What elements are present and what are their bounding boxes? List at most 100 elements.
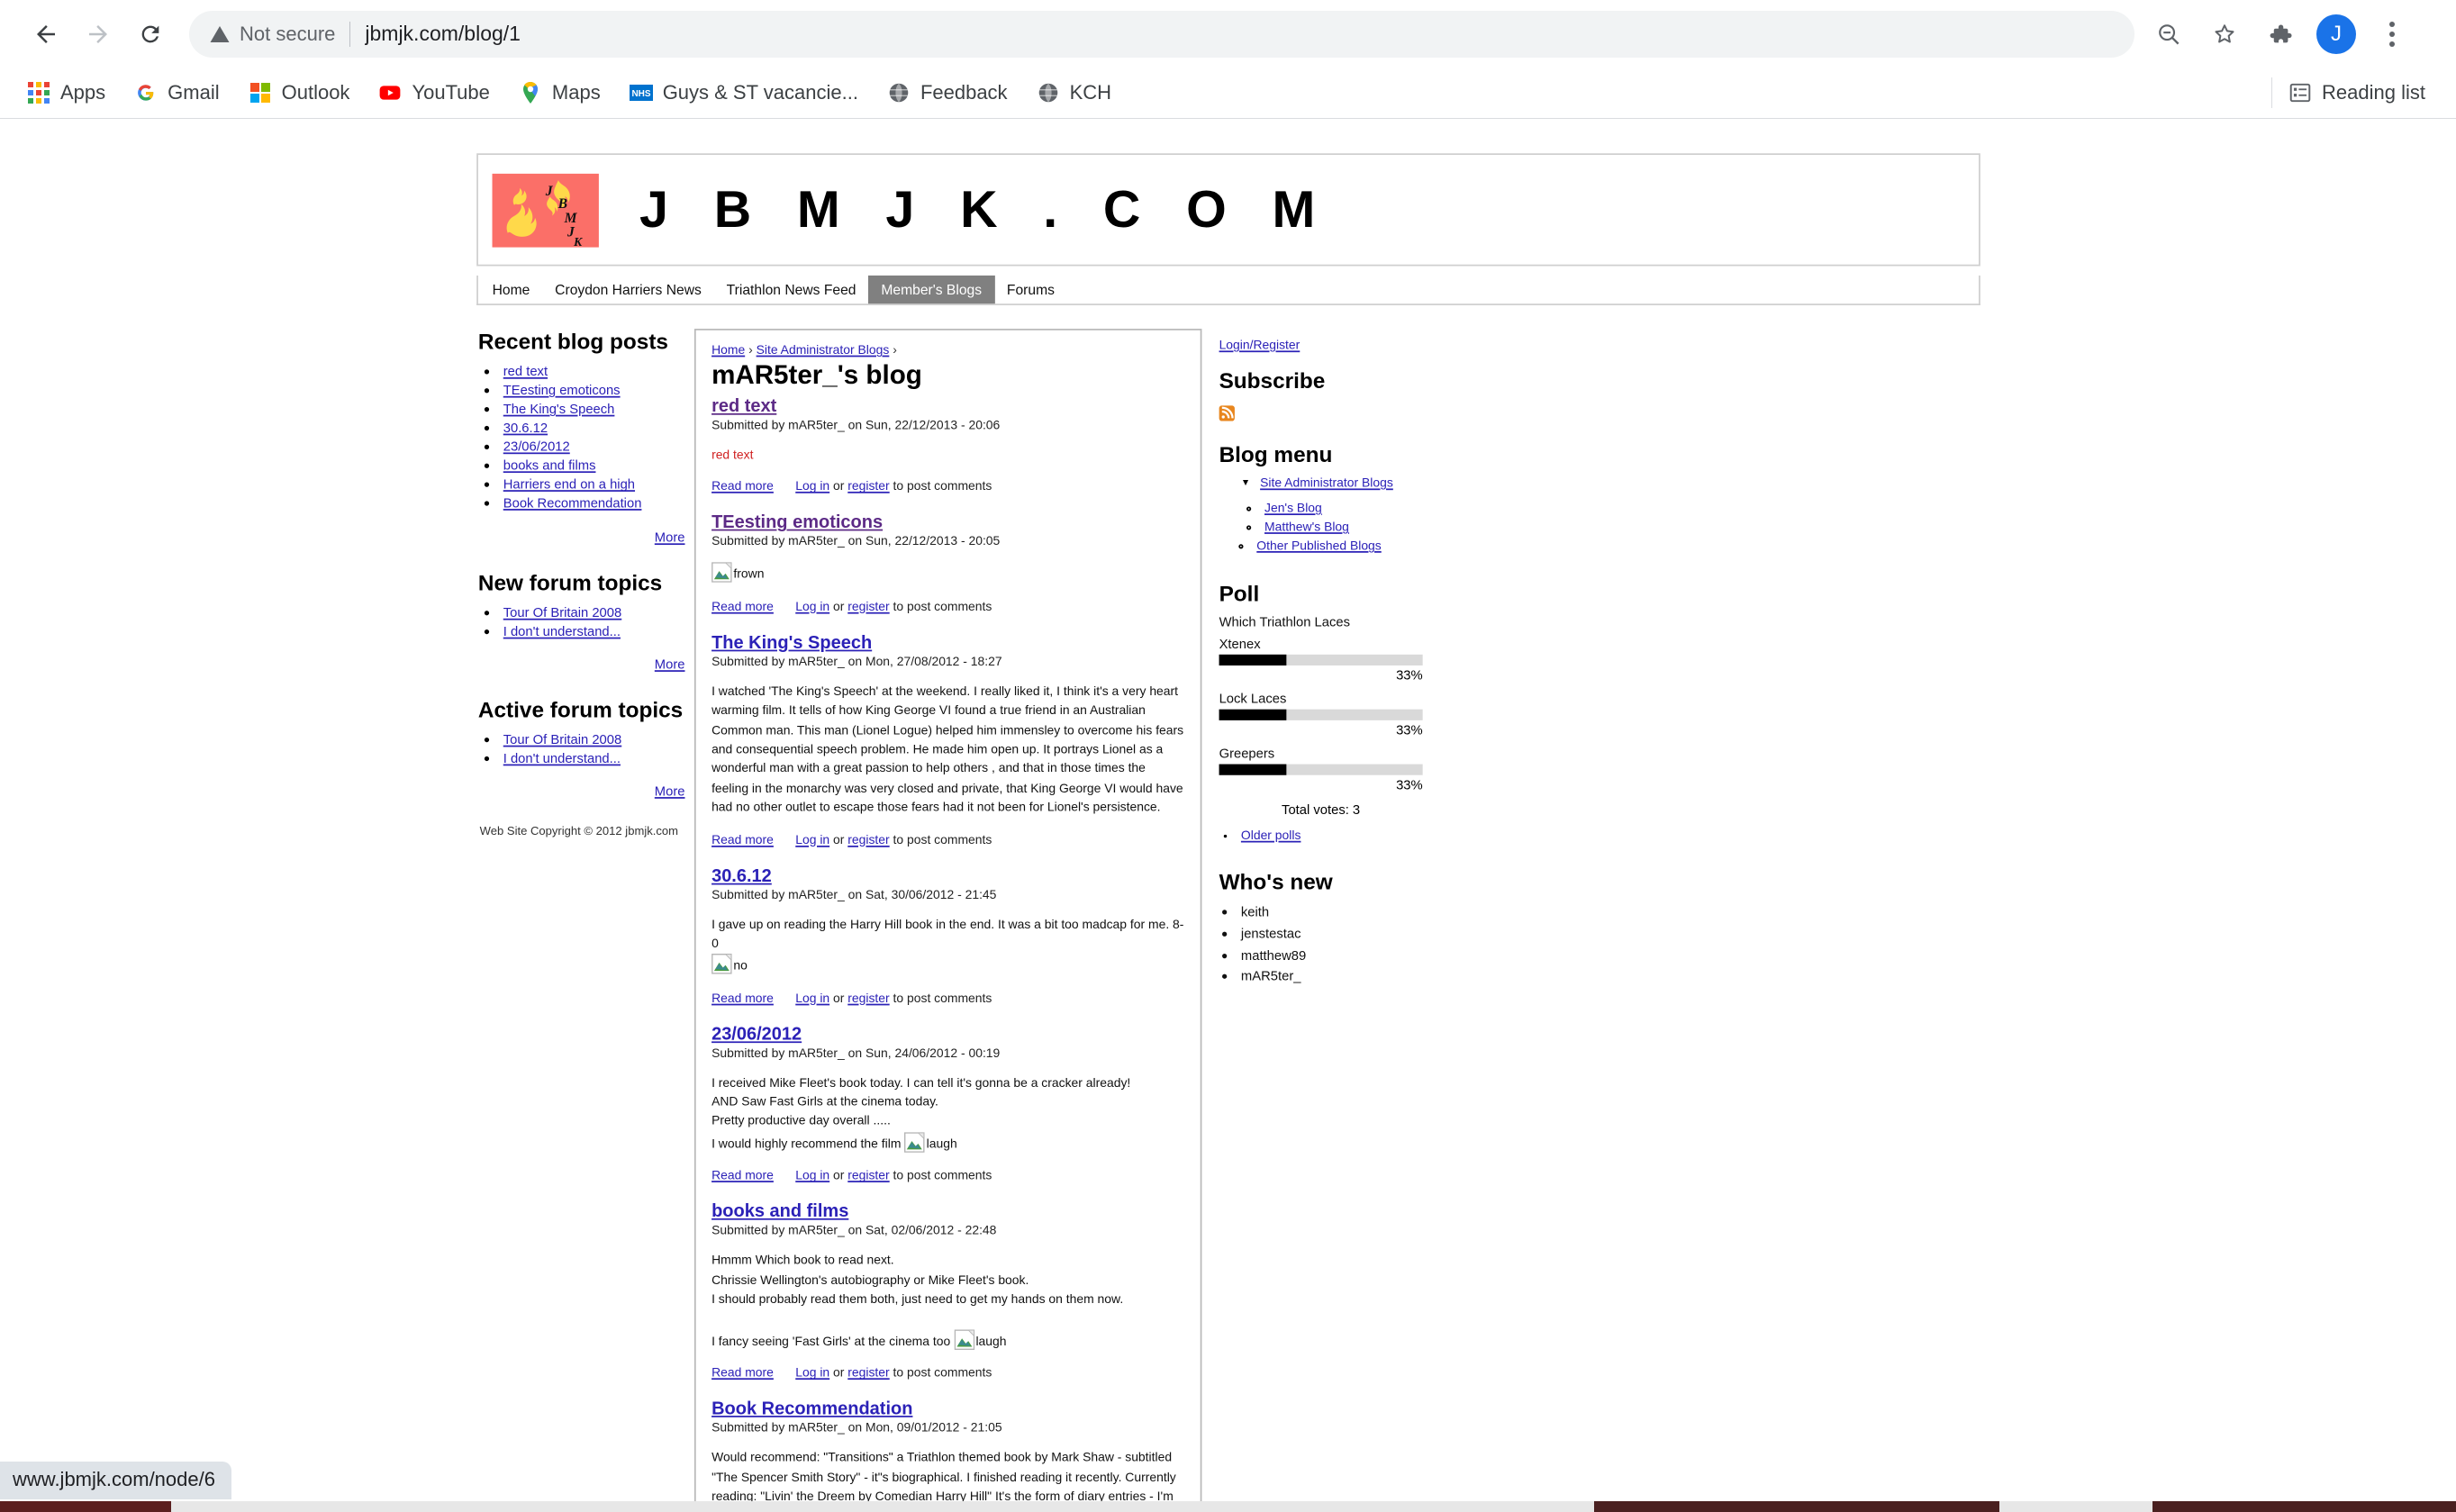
nav-item-triathlon-news-feed[interactable]: Triathlon News Feed xyxy=(713,276,868,303)
register-link[interactable]: register xyxy=(847,1169,889,1183)
more-link[interactable]: More xyxy=(654,529,684,544)
read-more-link[interactable]: Read more xyxy=(711,600,774,614)
more-link[interactable]: More xyxy=(654,783,684,798)
read-more-link[interactable]: Read more xyxy=(711,832,774,847)
more-link[interactable]: More xyxy=(654,656,684,671)
bookmark-feedback[interactable]: Feedback xyxy=(876,76,1019,110)
post-comments-text: to post comments xyxy=(889,991,992,1005)
login-link[interactable]: Log in xyxy=(795,991,829,1005)
login-register-link[interactable]: Login/Register xyxy=(1219,338,1300,352)
address-bar[interactable]: Not secure jbmjk.com/blog/1 xyxy=(189,10,2134,58)
list-item: I don't understand... xyxy=(503,748,687,767)
back-arrow-icon[interactable] xyxy=(20,8,72,60)
zoom-out-icon[interactable] xyxy=(2143,9,2194,59)
register-link[interactable]: register xyxy=(847,1366,889,1381)
bookmark-guys-st-vacancies[interactable]: NHS Guys & ST vacancie... xyxy=(619,76,869,110)
register-link[interactable]: register xyxy=(847,832,889,847)
nav-item-members-blogs[interactable]: Member's Blogs xyxy=(867,275,994,304)
gmail-icon xyxy=(134,81,158,104)
link-harriers-end-on-a-high[interactable]: Harriers end on a high xyxy=(503,476,634,492)
bookmark-outlook[interactable]: Outlook xyxy=(238,76,361,110)
poll-percent: 33% xyxy=(1395,776,1423,792)
link-books-and-films[interactable]: books and films xyxy=(503,457,595,473)
login-link[interactable]: Log in xyxy=(795,832,829,847)
bookmarks-bar: Apps Gmail Outlook YouTube Maps NHS Guys… xyxy=(0,68,2456,119)
puzzle-piece-icon[interactable] xyxy=(2255,9,2306,59)
read-more-link[interactable]: Read more xyxy=(711,480,774,494)
post-title-link[interactable]: TEesting emoticons xyxy=(711,514,883,533)
reading-list-button[interactable]: Reading list xyxy=(2262,72,2434,113)
post-title-link[interactable]: books and films xyxy=(711,1203,848,1222)
svg-text:K: K xyxy=(573,235,584,247)
site-title: J B M J K . C O M xyxy=(639,179,1331,239)
register-link[interactable]: register xyxy=(847,600,889,614)
other-published-blogs-link[interactable]: Other Published Blogs xyxy=(1256,539,1381,553)
matthews-blog-link[interactable]: Matthew's Blog xyxy=(1264,520,1349,534)
register-link[interactable]: register xyxy=(847,480,889,494)
post-body-line: Pretty productive day overall ..... xyxy=(711,1114,891,1128)
bookmark-apps[interactable]: Apps xyxy=(16,76,116,110)
nav-item-croydon-harriers-news[interactable]: Croydon Harriers News xyxy=(542,276,713,303)
block-subscribe: Subscribe xyxy=(1219,367,1422,421)
link-teesting-emoticons[interactable]: TEesting emoticons xyxy=(503,382,620,397)
main-content: Home › Site Administrator Blogs › mAR5te… xyxy=(693,329,1201,1512)
broken-image-icon xyxy=(711,562,732,584)
read-more-link[interactable]: Read more xyxy=(711,1169,774,1183)
read-more-link[interactable]: Read more xyxy=(711,991,774,1005)
link-red-text[interactable]: red text xyxy=(503,363,547,378)
or-text: or xyxy=(829,832,847,847)
login-link[interactable]: Log in xyxy=(795,1366,829,1381)
register-link[interactable]: register xyxy=(847,991,889,1005)
nav-item-forums[interactable]: Forums xyxy=(993,276,1066,303)
post-links: Read more Log in or register to post comm… xyxy=(711,832,1184,847)
post-body-line: frown xyxy=(711,562,1184,585)
three-dot-menu-icon[interactable] xyxy=(2367,9,2417,59)
rss-feed-icon[interactable] xyxy=(1219,401,1235,421)
link-tour-of-britain-2008[interactable]: Tour Of Britain 2008 xyxy=(503,603,621,619)
bookmark-maps[interactable]: Maps xyxy=(508,76,612,110)
older-polls-link[interactable]: Older polls xyxy=(1240,828,1301,843)
post-title-link[interactable]: red text xyxy=(711,398,776,417)
login-link[interactable]: Log in xyxy=(795,600,829,614)
security-chip[interactable]: Not secure xyxy=(209,23,335,46)
login-link[interactable]: Log in xyxy=(795,1169,829,1183)
avatar[interactable]: J xyxy=(2311,9,2361,59)
block-blog-menu: Blog menu Site Administrator Blogs Jen's… xyxy=(1219,441,1422,556)
broken-image-alt: laugh xyxy=(926,1136,957,1151)
breadcrumb-separator: › xyxy=(892,342,897,358)
read-more-link[interactable]: Read more xyxy=(711,1366,774,1381)
blog-post: 23/06/2012 Submitted by mAR5ter_ on Sun,… xyxy=(711,1025,1184,1182)
nav-item-home[interactable]: Home xyxy=(477,276,541,303)
list-item: mAR5ter_ xyxy=(1240,966,1422,988)
post-title-link[interactable]: The King's Speech xyxy=(711,634,872,653)
login-link[interactable]: Log in xyxy=(795,480,829,494)
link-the-kings-speech[interactable]: The King's Speech xyxy=(503,401,614,416)
link-23-06-2012[interactable]: 23/06/2012 xyxy=(503,439,569,454)
forward-arrow-icon[interactable] xyxy=(72,8,124,60)
post-title-link[interactable]: Book Recommendation xyxy=(711,1400,912,1419)
block-active-forum-topics: Active forum topics Tour Of Britain 2008… xyxy=(477,696,687,798)
poll-choice-label: Xtenex xyxy=(1219,635,1261,652)
breadcrumb-parent[interactable]: Site Administrator Blogs xyxy=(756,343,889,358)
url-text[interactable]: jbmjk.com/blog/1 xyxy=(365,22,521,46)
link-tour-of-britain-2008[interactable]: Tour Of Britain 2008 xyxy=(503,730,621,746)
site-navigation: Home Croydon Harriers News Triathlon New… xyxy=(476,275,1980,305)
post-title-link[interactable]: 30.6.12 xyxy=(711,866,772,885)
reload-icon[interactable] xyxy=(124,8,177,60)
link-30-6-12[interactable]: 30.6.12 xyxy=(503,420,547,435)
link-i-dont-understand[interactable]: I don't understand... xyxy=(503,749,620,765)
bookmark-kch[interactable]: KCH xyxy=(1026,76,1122,110)
breadcrumb-home[interactable]: Home xyxy=(711,343,745,358)
star-icon[interactable] xyxy=(2199,9,2250,59)
jens-blog-link[interactable]: Jen's Blog xyxy=(1264,501,1322,515)
poll-bar xyxy=(1219,709,1423,720)
bookmark-youtube[interactable]: YouTube xyxy=(367,76,500,110)
link-i-dont-understand[interactable]: I don't understand... xyxy=(503,622,620,638)
svg-text:NHS: NHS xyxy=(631,89,650,99)
block-title: Subscribe xyxy=(1219,367,1325,394)
link-book-recommendation[interactable]: Book Recommendation xyxy=(503,495,641,511)
post-title-link[interactable]: 23/06/2012 xyxy=(711,1025,802,1044)
bookmark-gmail[interactable]: Gmail xyxy=(123,76,230,110)
blog-menu-root-link[interactable]: Site Administrator Blogs xyxy=(1260,476,1393,491)
post-meta: Submitted by mAR5ter_ on Sun, 22/12/2013… xyxy=(711,418,1000,432)
